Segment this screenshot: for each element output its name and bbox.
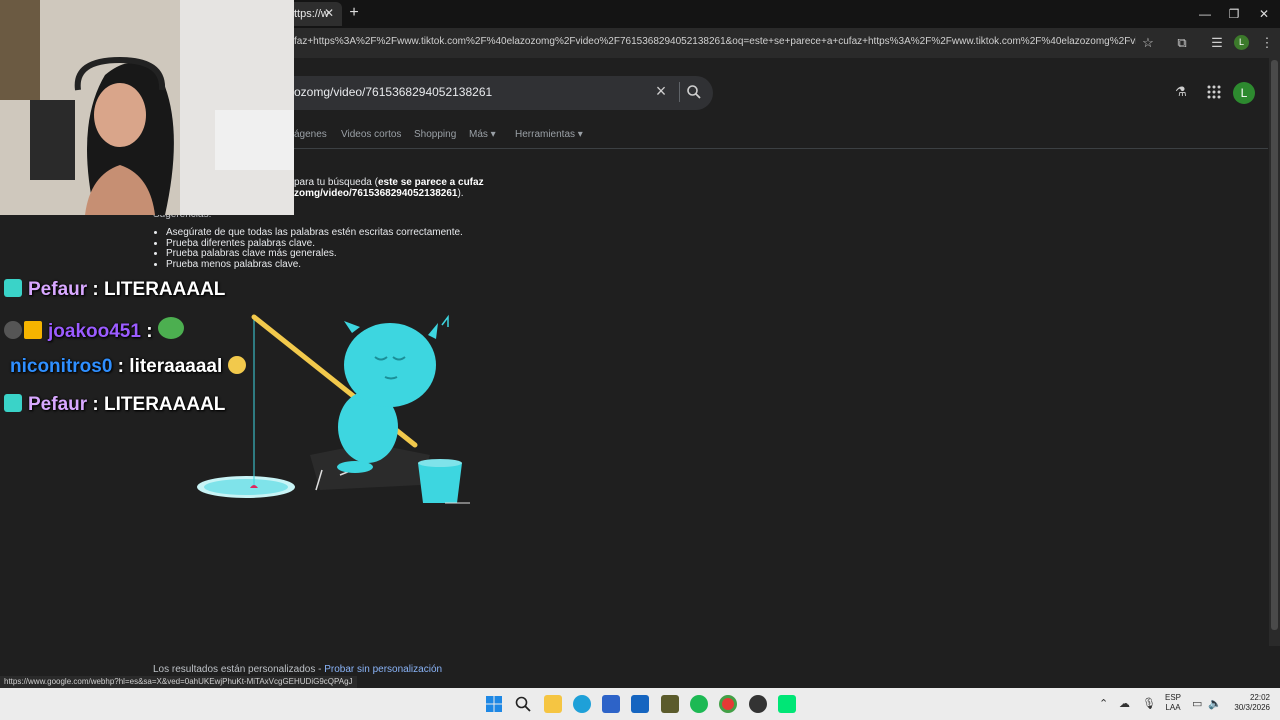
chat-message: Pefaur : LITERAAAAL [4, 394, 225, 422]
tab-tools[interactable]: Herramientas ▾ [515, 129, 583, 140]
language-indicator[interactable]: ESP LAA [1163, 693, 1183, 713]
no-results-prefix: para tu búsqueda ( [294, 177, 378, 188]
suggestion-item: Prueba menos palabras clave. [166, 259, 463, 271]
chat-text: LITERAAAAL [104, 394, 226, 415]
lang-primary: ESP [1164, 693, 1181, 702]
windows-start-icon[interactable] [486, 696, 502, 712]
no-results-message: para tu búsqueda (este se parece a cufaz… [294, 177, 494, 199]
status-bar-url: https://www.google.com/webhp?hl=es&sa=X&… [0, 676, 357, 688]
chat-message: joakoo451 : [4, 317, 190, 345]
media-controls-icon[interactable]: ☰ [1208, 34, 1226, 52]
emote-icon [227, 356, 246, 374]
webcam-overlay [0, 0, 294, 215]
new-tab-icon[interactable]: + [346, 5, 362, 21]
restore-icon[interactable]: ❐ [1219, 4, 1249, 24]
emote-badge-icon [4, 321, 22, 339]
suggestion-item: Asegúrate de que todas las palabras esté… [166, 227, 463, 239]
close-window-icon[interactable]: ✕ [1249, 4, 1279, 24]
tab-close-icon[interactable]: ✕ [322, 6, 336, 20]
profile-avatar-small[interactable]: L [1234, 35, 1249, 50]
clock-date: 30/3/2026 [1234, 703, 1270, 712]
chat-username: Pefaur [28, 279, 88, 300]
outlook-icon[interactable] [631, 695, 649, 713]
volume-icon[interactable]: 🔈 [1208, 697, 1222, 710]
chat-username: niconitros0 [10, 356, 113, 377]
crown-icon [24, 321, 42, 339]
bookmark-star-icon[interactable]: ☆ [1139, 34, 1157, 52]
microphone-icon[interactable]: 🎙 [1142, 697, 1156, 710]
store-icon[interactable] [602, 695, 620, 713]
tab-short-videos[interactable]: Videos cortos [341, 129, 401, 140]
onedrive-icon[interactable]: ☁ [1119, 697, 1130, 710]
search-divider [679, 82, 680, 102]
badge-icon [4, 279, 22, 297]
search-input[interactable]: ozomg/video/7615368294052138261 [294, 85, 492, 99]
obs-icon[interactable] [749, 695, 767, 713]
url-field[interactable]: faz+https%3A%2F%2Fwww.tiktok.com%2F%40el… [294, 36, 1136, 50]
edge-icon[interactable] [573, 695, 591, 713]
lang-secondary: LAA [1165, 703, 1181, 712]
chat-text: literaaaaal [129, 356, 223, 377]
app-icon[interactable] [661, 695, 679, 713]
clear-icon[interactable]: × [652, 82, 670, 100]
fishing-monster-illustration [197, 314, 470, 504]
taskbar-search-icon[interactable] [515, 696, 531, 712]
kick-icon[interactable] [778, 695, 796, 713]
tray-chevron-icon[interactable]: ⌃ [1099, 697, 1108, 710]
no-results-suffix: ). [457, 188, 464, 199]
tab-shopping[interactable]: Shopping [414, 129, 456, 140]
search-icon[interactable] [685, 83, 703, 101]
chrome-icon[interactable] [719, 695, 737, 713]
badge-icon [4, 394, 22, 412]
pepe-emote-icon [157, 317, 184, 339]
chat-message: Pefaur : LITERAAAAL [4, 279, 225, 307]
clock[interactable]: 22:02 30/3/2026 [1228, 693, 1270, 713]
menu-icon[interactable]: ⋮ [1258, 34, 1276, 52]
tab-more[interactable]: Más ▾ [469, 129, 496, 140]
spotify-icon[interactable] [690, 695, 708, 713]
account-avatar[interactable]: L [1233, 82, 1255, 104]
apps-grid-icon[interactable] [1206, 84, 1222, 100]
chat-message: niconitros0 : literaaaaal [10, 356, 252, 384]
tab-images[interactable]: ágenes [294, 129, 327, 140]
minimize-icon[interactable]: — [1190, 4, 1220, 24]
extensions-icon[interactable]: ⧉ [1173, 34, 1191, 52]
suggestions-list: Asegúrate de que todas las palabras esté… [166, 227, 463, 271]
scroll-thumb[interactable] [1271, 60, 1278, 630]
footer-text: Los resultados están personalizados - [153, 664, 325, 675]
chat-text: LITERAAAAL [104, 279, 226, 300]
display-icon[interactable]: ▭ [1192, 697, 1202, 710]
personalized-results-note: Los resultados están personalizados - Pr… [153, 664, 442, 675]
file-explorer-icon[interactable] [544, 695, 562, 713]
chat-username: Pefaur [28, 394, 88, 415]
chat-username: joakoo451 [48, 321, 141, 342]
labs-flask-icon[interactable]: ⚗ [1173, 84, 1189, 100]
clock-time: 22:02 [1249, 693, 1270, 702]
try-without-personalization-link[interactable]: Probar sin personalización [324, 664, 442, 675]
